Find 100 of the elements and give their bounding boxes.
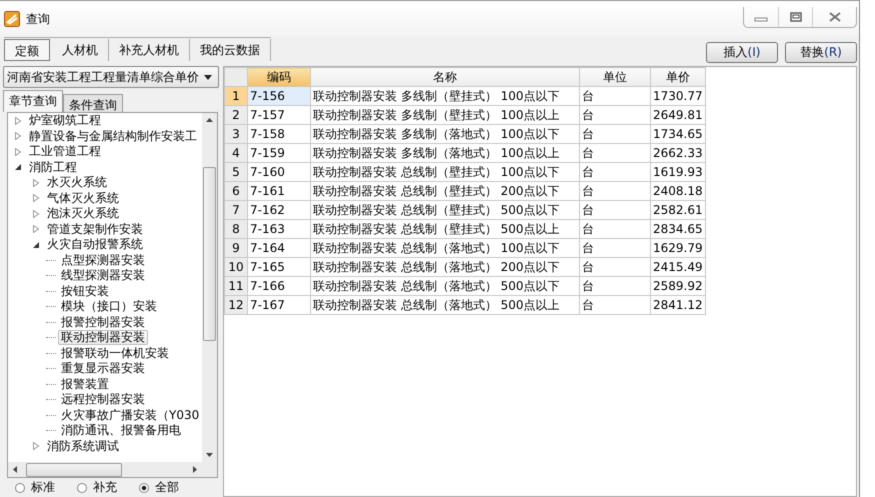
tree-item[interactable]: 重复显示器安装 [58, 361, 148, 376]
table-cell: 2589.92 [650, 276, 706, 296]
tree-item[interactable]: 消防工程 [26, 160, 80, 175]
table-cell: 7-167 [248, 296, 310, 314]
collapsed-arrow-icon[interactable] [14, 132, 22, 140]
radio-option[interactable]: 补充 [77, 479, 117, 496]
table-cell: 联动控制器安装 多线制（落地式） 100点以下 [310, 124, 580, 144]
insert-button[interactable]: 插入(I) [706, 42, 778, 63]
tree-item[interactable]: 管道支架制作安装 [44, 222, 146, 237]
row-number[interactable]: 12 [224, 296, 248, 314]
tree-item[interactable]: 点型探测器安装 [58, 252, 148, 268]
row-number[interactable]: 11 [224, 276, 248, 296]
table-cell: 7-158 [248, 124, 310, 144]
row-number[interactable]: 5 [224, 162, 248, 182]
tab[interactable]: 章节查询 [3, 90, 63, 112]
table-cell: 2415.49 [650, 258, 706, 276]
tree-item[interactable]: 模块（接口）安装 [58, 299, 160, 314]
tree-item[interactable]: 按钮安装 [58, 284, 112, 299]
table-cell: 联动控制器安装 总线制（落地式） 200点以下 [310, 258, 580, 276]
table-cell: 7-165 [248, 258, 310, 276]
replace-button[interactable]: 替换(R) [785, 42, 857, 63]
vertical-scrollbar[interactable] [202, 113, 217, 462]
radio-option[interactable]: 标准 [15, 479, 55, 496]
table-cell: 1734.65 [650, 124, 706, 144]
table-cell: 联动控制器安装 总线制（壁挂式） 200点以下 [310, 182, 580, 200]
table-cell: 台 [580, 200, 650, 220]
tree-item[interactable]: 火灾事故广播安装（Y030 [58, 408, 202, 423]
tree-item[interactable]: 工业管道工程 [26, 144, 104, 160]
tree-item[interactable]: 报警控制器安装 [58, 314, 148, 330]
collapsed-arrow-icon[interactable] [32, 178, 40, 187]
row-number[interactable]: 9 [224, 238, 248, 258]
collapsed-arrow-icon[interactable] [14, 116, 22, 125]
column-header[interactable]: 编码 [248, 68, 310, 86]
collapsed-arrow-icon[interactable] [14, 148, 22, 156]
row-number[interactable]: 8 [224, 220, 248, 238]
table-cell: 2834.65 [650, 220, 706, 238]
scroll-left-icon[interactable] [13, 466, 17, 473]
row-number[interactable]: 3 [224, 124, 248, 144]
table-cell: 7-164 [248, 238, 310, 258]
table-cell: 台 [580, 162, 650, 182]
table-cell: 7-161 [248, 182, 310, 200]
scroll-down-icon[interactable] [206, 453, 213, 457]
tree-item[interactable]: 泡沫灭火系统 [44, 206, 122, 222]
column-header[interactable]: 单位 [580, 68, 650, 86]
table-cell: 2649.81 [650, 106, 706, 124]
table-cell: 7-157 [248, 106, 310, 124]
maximize-icon [790, 12, 802, 22]
horizontal-scrollbar[interactable] [8, 462, 217, 477]
table-cell: 联动控制器安装 总线制（壁挂式） 500点以上 [310, 220, 580, 238]
table-cell: 联动控制器安装 总线制（落地式） 500点以上 [310, 296, 580, 314]
table-cell: 联动控制器安装 总线制（壁挂式） 100点以下 [310, 162, 580, 182]
row-number[interactable]: 1 [224, 86, 248, 106]
tree-item[interactable]: 线型探测器安装 [58, 268, 148, 284]
row-number[interactable]: 4 [224, 144, 248, 162]
tree-item[interactable]: 消防通讯、报警备用电 [58, 423, 184, 438]
table-cell: 台 [580, 276, 650, 296]
tree-item[interactable]: 火灾自动报警系统 [44, 237, 146, 252]
tree-item[interactable]: 炉室砌筑工程 [26, 113, 104, 128]
scroll-up-icon[interactable] [206, 118, 213, 122]
collapsed-arrow-icon[interactable] [32, 442, 40, 450]
table-cell: 7-166 [248, 276, 310, 296]
expanded-arrow-icon[interactable] [14, 163, 22, 172]
window-title: 查询 [26, 10, 50, 28]
radio-option[interactable]: 全部 [139, 479, 179, 496]
row-number[interactable]: 6 [224, 182, 248, 200]
table-cell: 2408.18 [650, 182, 706, 200]
row-number[interactable]: 2 [224, 106, 248, 124]
table-cell: 联动控制器安装 多线制（壁挂式） 100点以下 [310, 86, 580, 106]
expanded-arrow-icon[interactable] [32, 240, 40, 249]
table-cell: 联动控制器安装 总线制（落地式） 500点以下 [310, 276, 580, 296]
table-cell: 联动控制器安装 多线制（壁挂式） 100点以上 [310, 106, 580, 124]
table-cell: 台 [580, 238, 650, 258]
table-cell: 联动控制器安装 总线制（壁挂式） 500点以下 [310, 200, 580, 220]
tree-item[interactable]: 报警装置 [58, 376, 112, 392]
tree-item[interactable]: 气体灭火系统 [44, 190, 122, 206]
table-cell: 联动控制器安装 多线制（落地式） 100点以上 [310, 144, 580, 162]
collapsed-arrow-icon[interactable] [32, 194, 40, 202]
close-icon [828, 12, 842, 22]
tree-item[interactable]: 静置设备与金属结构制作安装工 [26, 128, 200, 144]
tab[interactable]: 条件查询 [63, 94, 123, 112]
row-number[interactable]: 10 [224, 258, 248, 276]
tree-item[interactable]: 远程控制器安装 [58, 392, 148, 408]
row-number[interactable]: 7 [224, 200, 248, 220]
tree-item[interactable]: 水灭火系统 [44, 175, 110, 190]
tree-item[interactable]: 消防系统调试 [44, 438, 122, 454]
table-cell: 联动控制器安装 总线制（落地式） 100点以下 [310, 238, 580, 258]
collapsed-arrow-icon[interactable] [32, 210, 40, 218]
app-icon [4, 11, 20, 27]
table-cell: 台 [580, 220, 650, 238]
tree-item[interactable]: 联动控制器安装 [58, 330, 148, 346]
collapsed-arrow-icon[interactable] [32, 225, 40, 234]
tab[interactable]: 定额 [4, 39, 50, 61]
column-header[interactable]: 单价 [650, 68, 706, 86]
table-cell: 1629.79 [650, 238, 706, 258]
table-cell: 台 [580, 86, 650, 106]
table-cell: 7-156 [248, 86, 310, 106]
column-header[interactable]: 名称 [310, 68, 580, 86]
library-dropdown[interactable]: 河南省安装工程工程量清单综合单价 [3, 66, 219, 88]
tree-item[interactable]: 报警联动一体机安装 [58, 346, 172, 361]
scroll-right-icon[interactable] [193, 466, 197, 473]
